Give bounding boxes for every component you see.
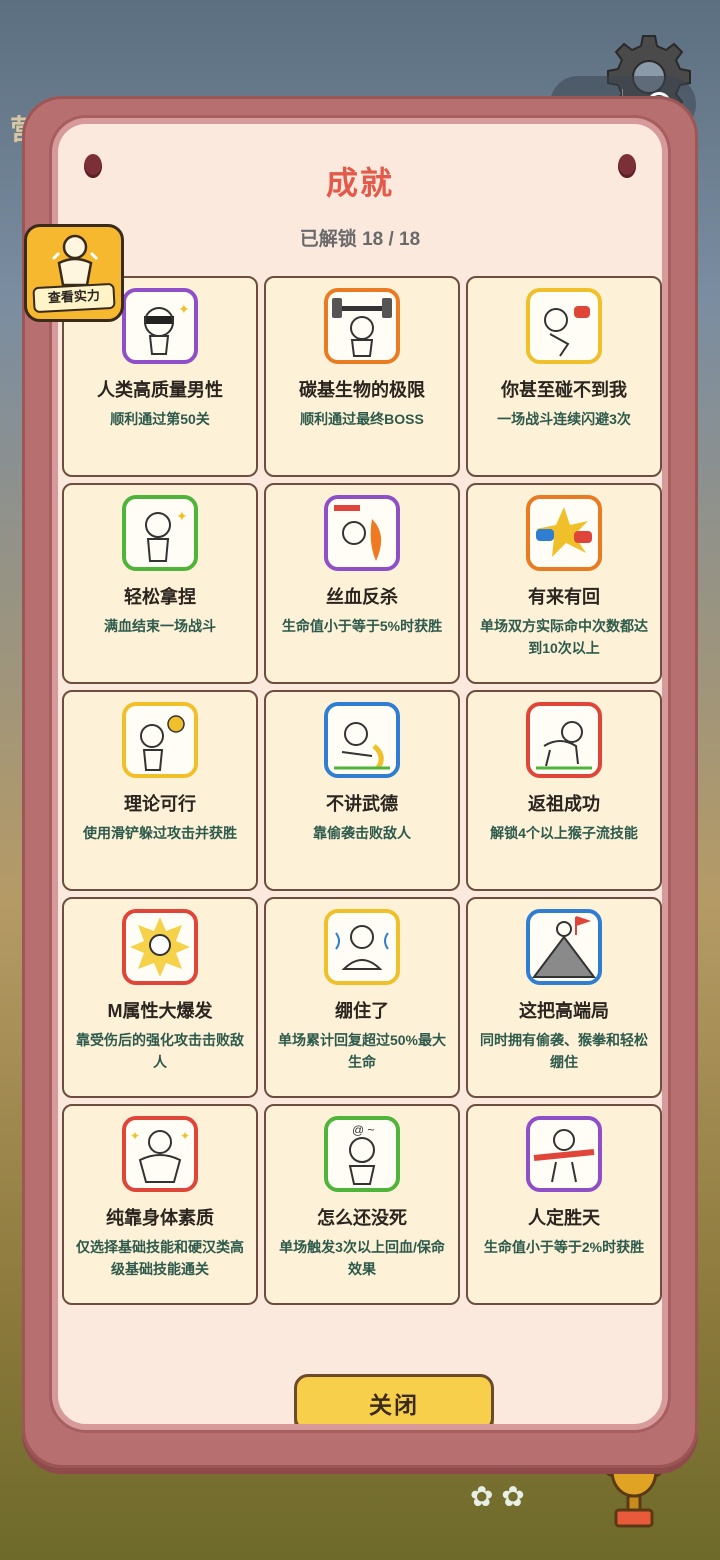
achievement-description: 解锁4个以上猴子流技能	[490, 825, 638, 841]
achievement-description: 靠偷袭击败敌人	[313, 825, 411, 841]
achievement-name: M属性大爆发	[107, 1001, 213, 1021]
achievement-description: 仅选择基础技能和硬汉类高级基础技能通关	[76, 1239, 244, 1277]
achievement-card[interactable]: ✦ ✦ 纯靠身体素质 仅选择基础技能和硬汉类高级基础技能通关	[62, 1104, 258, 1305]
achievement-description: 单场双方实际命中次数都达到10次以上	[480, 618, 648, 656]
achievement-card[interactable]: M属性大爆发靠受伤后的强化攻击击败敌人	[62, 897, 258, 1098]
achievement-description: 同时拥有偷袭、猴拳和轻松绷住	[480, 1032, 648, 1070]
achievement-card[interactable]: ✦ 轻松拿捏满血结束一场战斗	[62, 483, 258, 684]
achievement-description: 顺利通过第50关	[110, 411, 210, 427]
achievement-name: 怎么还没死	[317, 1208, 407, 1228]
thumbs-up-man-icon: ✦	[122, 495, 198, 571]
achievement-name: 碳基生物的极限	[299, 380, 425, 400]
dodge-punch-icon	[526, 288, 602, 364]
svg-text:✦: ✦	[180, 1129, 190, 1143]
achievement-card[interactable]: 碳基生物的极限顺利通过最终BOSS	[264, 276, 460, 477]
achievement-name: 理论可行	[124, 794, 196, 814]
achievement-card[interactable]: 这把高端局同时拥有偷袭、猴拳和轻松绷住	[466, 897, 662, 1098]
achievement-description: 靠受伤后的强化攻击击败敌人	[76, 1032, 244, 1070]
achievement-description: 单场累计回复超过50%最大生命	[277, 1032, 447, 1070]
achievement-card[interactable]: 丝血反杀生命值小于等于5%时获胜	[264, 483, 460, 684]
achievement-card[interactable]: 绷住了单场累计回复超过50%最大生命	[264, 897, 460, 1098]
svg-text:✦: ✦	[130, 1129, 140, 1143]
achievement-description: 使用滑铲躲过攻击并获胜	[83, 825, 237, 841]
dizzy-man-icon: @ ~	[324, 1116, 400, 1192]
close-button[interactable]: 关闭	[294, 1374, 494, 1424]
weightlifter-icon	[324, 288, 400, 364]
meditating-man-icon	[324, 909, 400, 985]
achievement-card[interactable]: @ ~ 怎么还没死单场触发3次以上回血/保命效果	[264, 1104, 460, 1305]
svg-text:✦: ✦	[176, 508, 188, 524]
unlock-status: 已解锁 18 / 18	[299, 229, 421, 250]
mountain-flag-icon	[526, 909, 602, 985]
modal-panel: 成就 已解锁 18 / 18 ✦ 人类高质量男性顺利通过第50关 碳基生物的极限顺利…	[58, 124, 662, 1424]
svg-text:✦: ✦	[178, 301, 190, 317]
burst-man-icon	[122, 909, 198, 985]
achievement-card[interactable]: 理论可行使用滑铲躲过攻击并获胜	[62, 690, 258, 891]
achievement-description: 生命值小于等于5%时获胜	[281, 618, 443, 634]
flower-decoration: ✿ ✿	[470, 1481, 525, 1512]
achievement-card[interactable]: 不讲武德靠偷袭击败敌人	[264, 690, 460, 891]
clashing-fists-icon	[526, 495, 602, 571]
low-hp-fire-icon	[324, 495, 400, 571]
achievement-name: 绷住了	[335, 1001, 389, 1021]
strong-man-icon: ✦ ✦	[122, 1116, 198, 1192]
achievement-card[interactable]: 你甚至碰不到我一场战斗连续闪避3次	[466, 276, 662, 477]
achievement-grid: ✦ 人类高质量男性 顺利通过第50关 碳基生物的极限 顺利通过最终BOSS 你甚至碰不到我…	[62, 276, 662, 1305]
achievement-name: 人定胜天	[528, 1208, 600, 1228]
achievement-description: 单场触发3次以上回血/保命效果	[279, 1239, 445, 1277]
achievement-description: 一场战斗连续闪避3次	[497, 411, 631, 427]
sunglasses-man-icon: ✦	[122, 288, 198, 364]
svg-text:@ ~: @ ~	[352, 1123, 375, 1137]
achievement-name: 轻松拿捏	[124, 587, 196, 607]
modal-title: 成就	[325, 165, 394, 201]
achievement-name: 有来有回	[528, 587, 600, 607]
crawling-monkey-icon	[526, 702, 602, 778]
achievement-name: 人类高质量男性	[97, 380, 223, 400]
achievement-name: 不讲武德	[326, 794, 398, 814]
achievement-card[interactable]: 返祖成功解锁4个以上猴子流技能	[466, 690, 662, 891]
finish-line-icon	[526, 1116, 602, 1192]
achievement-name: 纯靠身体素质	[106, 1208, 214, 1228]
banana-man-icon	[324, 702, 400, 778]
achievement-card[interactable]: 有来有回单场双方实际命中次数都达到10次以上	[466, 483, 662, 684]
view-strength-button[interactable]: 查看实力	[24, 224, 124, 322]
achievement-description: 顺利通过最终BOSS	[300, 411, 424, 427]
achievement-description: 满血结束一场战斗	[104, 618, 216, 634]
achievement-name: 这把高端局	[519, 1001, 609, 1021]
achievement-name: 返祖成功	[528, 794, 600, 814]
flexing-man-icon	[51, 234, 99, 287]
achievement-name: 丝血反杀	[326, 587, 398, 607]
achievement-name: 你甚至碰不到我	[501, 380, 627, 400]
achievement-description: 生命值小于等于2%时获胜	[483, 1239, 645, 1255]
achievement-card[interactable]: 人定胜天生命值小于等于2%时获胜	[466, 1104, 662, 1305]
view-strength-label: 查看实力	[32, 282, 116, 314]
lightbulb-man-icon	[122, 702, 198, 778]
achievement-scroll-area[interactable]: ✦ 人类高质量男性 顺利通过第50关 碳基生物的极限 顺利通过最终BOSS 你甚至碰不到我…	[62, 276, 662, 1364]
